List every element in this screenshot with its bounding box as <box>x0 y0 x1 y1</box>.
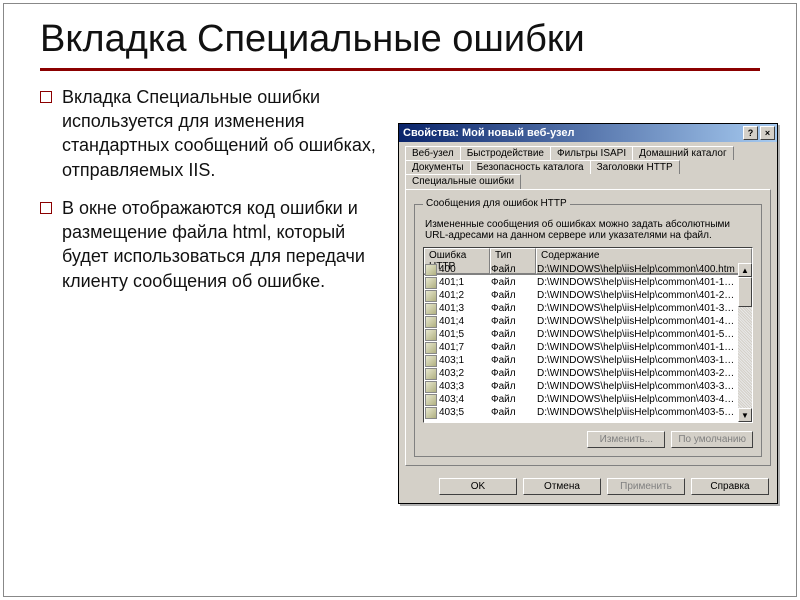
tab-http-headers[interactable]: Заголовки HTTP <box>590 160 680 174</box>
table-row[interactable]: 401;1ФайлD:\WINDOWS\help\iisHelp\common\… <box>424 276 738 289</box>
dialog-button-bar: OK Отмена Применить Справка <box>399 472 777 503</box>
tab-directory-security[interactable]: Безопасность каталога <box>470 160 591 174</box>
tab-documents[interactable]: Документы <box>405 160 471 174</box>
table-row[interactable]: 401;4ФайлD:\WINDOWS\help\iisHelp\common\… <box>424 315 738 328</box>
table-row[interactable]: 403;4ФайлD:\WINDOWS\help\iisHelp\common\… <box>424 393 738 406</box>
apply-button[interactable]: Применить <box>607 478 685 495</box>
title-rule <box>40 68 760 71</box>
file-icon <box>425 394 437 406</box>
table-row[interactable]: 403;2ФайлD:\WINDOWS\help\iisHelp\common\… <box>424 367 738 380</box>
properties-dialog: Свойства: Мой новый веб-узел ? × Веб-узе… <box>398 123 778 504</box>
help-icon[interactable]: ? <box>743 126 758 140</box>
tab-row-2: Документы Безопасность каталога Заголовк… <box>399 160 777 189</box>
dialog-title: Свойства: Мой новый веб-узел <box>403 127 575 139</box>
slide-title: Вкладка Специальные ошибки <box>40 18 760 62</box>
scroll-down-icon[interactable]: ▼ <box>738 408 752 422</box>
file-icon <box>425 381 437 393</box>
vertical-scrollbar[interactable]: ▲ ▼ <box>738 263 752 422</box>
close-icon[interactable]: × <box>760 126 775 140</box>
tab-custom-errors[interactable]: Специальные ошибки <box>405 174 521 189</box>
http-errors-group: Сообщения для ошибок HTTP Измененные соо… <box>414 204 762 457</box>
tab-performance[interactable]: Быстродействие <box>460 146 551 160</box>
bullet-item: В окне отображаются код ошибки и размеще… <box>40 196 380 293</box>
group-hint: Измененные сообщения об ошибках можно за… <box>425 219 753 241</box>
table-row[interactable]: 403;3ФайлD:\WINDOWS\help\iisHelp\common\… <box>424 380 738 393</box>
scroll-track[interactable] <box>738 307 752 408</box>
table-row[interactable]: 401;2ФайлD:\WINDOWS\help\iisHelp\common\… <box>424 289 738 302</box>
ok-button[interactable]: OK <box>439 478 517 495</box>
tab-isapi-filters[interactable]: Фильтры ISAPI <box>550 146 633 160</box>
tab-home-directory[interactable]: Домашний каталог <box>632 146 734 160</box>
group-button-bar: Изменить... По умолчанию <box>423 431 753 448</box>
scroll-thumb[interactable] <box>738 277 752 307</box>
table-row[interactable]: 401;7ФайлD:\WINDOWS\help\iisHelp\common\… <box>424 341 738 354</box>
file-icon <box>425 277 437 289</box>
table-row[interactable]: 401;3ФайлD:\WINDOWS\help\iisHelp\common\… <box>424 302 738 315</box>
file-icon <box>425 303 437 315</box>
table-row[interactable]: 401;5ФайлD:\WINDOWS\help\iisHelp\common\… <box>424 328 738 341</box>
cancel-button[interactable]: Отмена <box>523 478 601 495</box>
file-icon <box>425 290 437 302</box>
file-icon <box>425 329 437 341</box>
file-icon <box>425 368 437 380</box>
bullet-item: Вкладка Специальные ошибки используется … <box>40 85 380 182</box>
file-icon <box>425 316 437 328</box>
tab-website[interactable]: Веб-узел <box>405 146 461 160</box>
table-row[interactable]: 400ФайлD:\WINDOWS\help\iisHelp\common\40… <box>424 263 738 276</box>
tab-panel: Сообщения для ошибок HTTP Измененные соо… <box>405 189 771 466</box>
file-icon <box>425 342 437 354</box>
group-legend: Сообщения для ошибок HTTP <box>423 198 570 209</box>
file-icon <box>425 264 437 276</box>
help-button[interactable]: Справка <box>691 478 769 495</box>
file-icon <box>425 407 437 419</box>
dialog-titlebar[interactable]: Свойства: Мой новый веб-узел ? × <box>399 124 777 142</box>
tab-row-1: Веб-узел Быстродействие Фильтры ISAPI До… <box>399 142 777 160</box>
edit-button[interactable]: Изменить... <box>587 431 665 448</box>
bullet-list: Вкладка Специальные ошибки используется … <box>40 85 380 307</box>
default-button[interactable]: По умолчанию <box>671 431 753 448</box>
file-icon <box>425 355 437 367</box>
table-row[interactable]: 403;1ФайлD:\WINDOWS\help\iisHelp\common\… <box>424 354 738 367</box>
error-list[interactable]: Ошибка HTTP Тип Содержание 400ФайлD:\WIN… <box>423 247 753 423</box>
scroll-up-icon[interactable]: ▲ <box>738 263 752 277</box>
table-row[interactable]: 403;5ФайлD:\WINDOWS\help\iisHelp\common\… <box>424 406 738 419</box>
